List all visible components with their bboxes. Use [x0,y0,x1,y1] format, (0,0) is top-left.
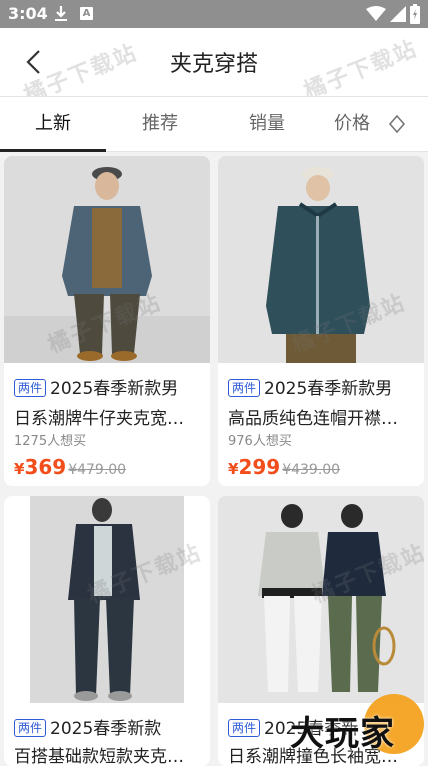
product-title-line1: 2025春季新款男 [50,379,179,399]
tab-price[interactable]: 价格 [316,97,388,151]
price: ¥369 ¥479.00 [14,455,126,479]
original-price: ¥439.00 [282,462,341,478]
currency-symbol: ¥ [228,460,239,478]
status-time: 3:04 [8,4,48,23]
want-count: 976人想买 [228,434,292,449]
product-image: 橘子下载站 [218,156,424,363]
active-tab-indicator [0,149,106,152]
app-notification-icon: A [80,7,93,20]
two-piece-badge: 两件 [228,379,261,397]
product-image: 橘子下载站 [218,496,424,703]
two-piece-badge: 两件 [14,719,47,737]
product-card[interactable]: 橘子下载站 两件 2025春季新款 百搭基础款短款夹克… [4,496,210,766]
product-title-line1: 2025春季新款 [50,719,162,739]
wifi-icon [366,6,386,21]
price: ¥299 ¥439.00 [228,455,340,479]
product-title-line1: 2025春季新款男 [264,379,393,399]
product-title-line2: 百搭基础款短款夹克… [14,747,184,766]
product-title: 两件 2025春季新款 [14,714,200,739]
header: 夹克穿搭 橘子下载站 橘子下载站 [0,28,428,108]
product-card[interactable]: 橘子下载站 两件 2025春季新款男 日系潮牌牛仔夹克宽… 1275人想买 ¥36… [4,156,210,486]
download-icon [55,6,67,21]
product-title: 两件 2025春季新款男 [14,374,200,399]
two-piece-badge: 两件 [14,379,47,397]
page-title: 夹克穿搭 [169,52,258,77]
sort-diamond-icon[interactable] [388,114,406,134]
site-logo-text: 大玩家 [290,714,395,754]
currency-symbol: ¥ [14,460,25,478]
two-piece-badge: 两件 [228,719,261,737]
product-title-line2: 日系潮牌牛仔夹克宽… [14,409,184,429]
tab-sales[interactable]: 销量 [214,97,320,151]
want-count: 1275人想买 [14,434,87,449]
product-title: 两件 2025春季新款男 [228,374,414,399]
sort-tabs: 上新 推荐 销量 价格 [0,96,428,152]
status-bar: 3:04 A [0,0,428,28]
tab-recommended[interactable]: 推荐 [107,97,213,151]
product-image: 橘子下载站 [4,156,210,363]
price-value: 369 [24,455,67,479]
signal-icon [390,6,406,22]
product-title-line2: 高品质纯色连帽开襟… [228,409,398,429]
original-price: ¥479.00 [68,462,127,478]
price-value: 299 [238,455,281,479]
tab-new[interactable]: 上新 [0,97,106,151]
product-image: 橘子下载站 [4,496,210,703]
battery-icon [410,4,420,24]
product-card[interactable]: 橘子下载站 两件 2025春季新款男 高品质纯色连帽开襟… 976人想买 ¥299… [218,156,424,486]
